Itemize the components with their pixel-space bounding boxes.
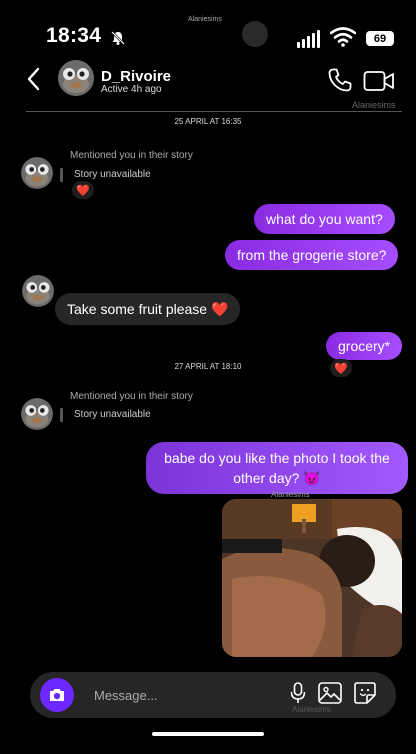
header-divider — [26, 111, 402, 112]
wifi-icon — [330, 27, 356, 47]
story-unavailable-text: Story unavailable — [74, 409, 151, 420]
sender-avatar[interactable] — [21, 398, 53, 430]
sender-avatar[interactable] — [21, 157, 53, 189]
story-reply-bar — [60, 408, 63, 422]
camera-icon — [50, 689, 64, 701]
watermark: Alaniesims — [352, 100, 396, 110]
watermark: Alaniesims — [271, 490, 310, 499]
heart-reaction[interactable]: ❤️ — [72, 181, 94, 199]
home-indicator[interactable] — [152, 732, 264, 736]
camera-button[interactable] — [40, 678, 74, 712]
message-input[interactable]: Message... — [94, 688, 158, 703]
battery-icon: 69 — [366, 31, 394, 46]
watermark: Alaniesims — [188, 16, 222, 23]
story-reply-bar — [60, 168, 63, 182]
contact-avatar[interactable] — [58, 60, 94, 96]
outgoing-message[interactable]: from the grogerie store? — [225, 240, 399, 270]
outgoing-message[interactable]: grocery* — [326, 332, 403, 360]
sender-avatar[interactable] — [22, 275, 54, 307]
shared-photo[interactable] — [222, 499, 402, 657]
sticker-icon[interactable] — [354, 682, 376, 704]
active-status: Active 4h ago — [101, 84, 162, 95]
date-separator: 27 APRIL AT 18:10 — [174, 362, 242, 371]
gallery-icon[interactable] — [318, 682, 342, 704]
date-separator: 25 APRIL AT 16:35 — [174, 117, 242, 126]
video-call-icon[interactable] — [363, 70, 395, 92]
signal-icon — [297, 30, 320, 48]
incoming-message[interactable]: Take some fruit please ❤️ — [55, 293, 241, 325]
outgoing-message[interactable]: babe do you like the photo I took the ot… — [146, 442, 408, 494]
front-camera — [242, 21, 268, 47]
outgoing-message[interactable]: what do you want? — [254, 204, 395, 234]
muted-bell-icon — [111, 31, 125, 45]
contact-name[interactable]: D_Rivoire — [101, 68, 171, 85]
story-unavailable-text: Story unavailable — [74, 169, 151, 180]
watermark: Alaniesims — [292, 705, 331, 714]
story-mention-label: Mentioned you in their story — [70, 150, 193, 161]
phone-icon[interactable] — [327, 67, 353, 93]
microphone-icon[interactable] — [290, 682, 306, 704]
story-mention-label: Mentioned you in their story — [70, 391, 193, 402]
status-time: 18:34 — [46, 24, 102, 47]
back-arrow-icon[interactable] — [24, 66, 44, 92]
